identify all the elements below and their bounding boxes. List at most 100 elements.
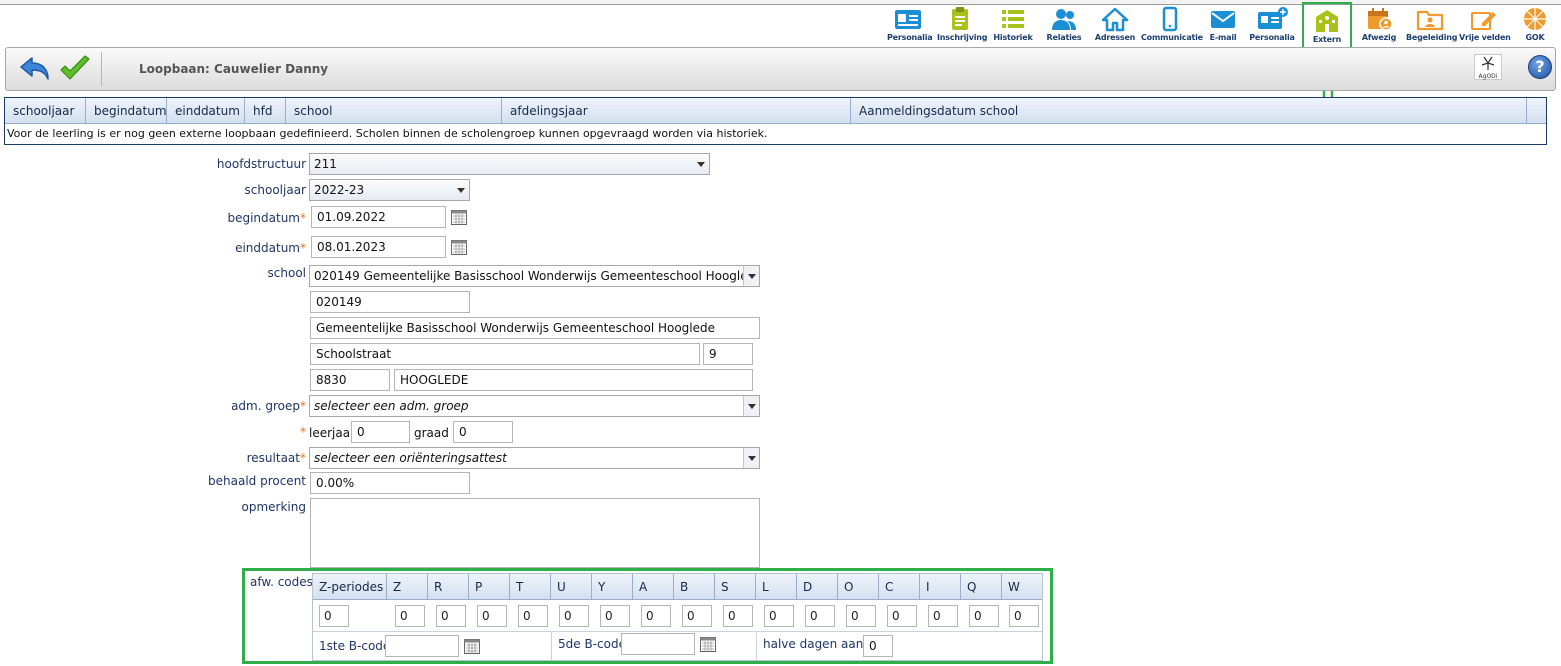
afw-col-d: D xyxy=(797,574,838,600)
graad-input[interactable]: 0 xyxy=(453,421,513,443)
afw-input-d[interactable]: 0 xyxy=(805,605,835,627)
afw-input-c[interactable]: 0 xyxy=(887,605,917,627)
nav-personalia[interactable]: Personalia xyxy=(887,6,933,46)
nav-communicatie[interactable]: Communicatie xyxy=(1141,6,1203,46)
calendar-icon[interactable] xyxy=(700,637,716,652)
afw-input-u[interactable]: 0 xyxy=(559,605,589,627)
school-number-field[interactable]: 020149 xyxy=(310,291,470,313)
afw-input-z[interactable]: 0 xyxy=(395,605,425,627)
nav-adressen[interactable]: Adressen xyxy=(1094,6,1136,46)
nav-begeleiding[interactable]: Begeleiding xyxy=(1406,6,1457,46)
calendar-icon[interactable] xyxy=(451,240,467,255)
einddatum-input[interactable]: 08.01.2023 xyxy=(311,236,446,258)
afw-input-b[interactable]: 0 xyxy=(682,605,712,627)
school-postal-code-field[interactable]: 8830 xyxy=(310,369,390,391)
afw-col-r: R xyxy=(428,574,469,600)
agodi-label: AgODi xyxy=(1478,73,1498,80)
afw-input-q[interactable]: 0 xyxy=(969,605,999,627)
school-street-field[interactable]: Schoolstraat xyxy=(310,343,700,365)
nav-gok[interactable]: GOK xyxy=(1516,6,1554,46)
afw-input-p[interactable]: 0 xyxy=(477,605,507,627)
schooljaar-value: 2022-23 xyxy=(314,183,365,197)
nav-vrije-velden[interactable]: Vrije velden xyxy=(1459,6,1511,46)
question-icon: ? xyxy=(1535,57,1545,76)
chevron-down-icon xyxy=(743,396,759,416)
afw-input-s[interactable]: 0 xyxy=(723,605,753,627)
halve-dagen-input[interactable]: 0 xyxy=(863,635,893,657)
leerjaar-input[interactable]: 0 xyxy=(351,421,410,443)
afw-input-y[interactable]: 0 xyxy=(600,605,630,627)
page: Personalia Inschrijving Historiek Relati… xyxy=(0,0,1561,666)
begindatum-input[interactable]: 01.09.2022 xyxy=(311,206,446,228)
grid-col-hfd[interactable]: hfd xyxy=(245,98,286,124)
hoofdstructuur-select[interactable]: 211 xyxy=(309,153,710,175)
school-name-field[interactable]: Gemeentelijke Basisschool Wonderwijs Gem… xyxy=(310,317,760,339)
afw-input-i[interactable]: 0 xyxy=(928,605,958,627)
opmerking-textarea[interactable] xyxy=(310,498,760,568)
grid-col-schooljaar[interactable]: schooljaar xyxy=(5,98,86,124)
nav-email[interactable]: E-mail xyxy=(1203,6,1243,46)
school-city-field[interactable]: HOOGLEDE xyxy=(394,369,753,391)
nav-personalia-extra[interactable]: Personalia xyxy=(1248,6,1296,46)
grid-col-afdelingsjaar[interactable]: afdelingsjaar xyxy=(502,98,851,124)
nav-historiek[interactable]: Historiek xyxy=(992,6,1034,46)
undo-icon[interactable] xyxy=(18,54,52,84)
opmerking-label: opmerking xyxy=(241,500,306,514)
calendar-icon[interactable] xyxy=(464,639,480,654)
required-asterisk: * xyxy=(300,211,306,225)
leerjaar-label: leerjaar xyxy=(309,426,356,440)
nav-extern[interactable]: Extern xyxy=(1302,2,1352,50)
afw-input-w[interactable]: 0 xyxy=(1009,605,1039,627)
afw-codes-table: Z-periodes Z R P T U Y A B S L D O C I Q… xyxy=(312,573,1043,661)
nav-label: Afwezig xyxy=(1361,33,1397,42)
career-grid: schooljaar begindatum einddatum hfd scho… xyxy=(4,97,1547,145)
chevron-down-icon xyxy=(743,448,759,468)
grid-header: schooljaar begindatum einddatum hfd scho… xyxy=(5,98,1546,124)
help-button[interactable]: ? xyxy=(1528,55,1552,79)
calendar-icon[interactable] xyxy=(451,210,467,225)
nav-label: Adressen xyxy=(1094,33,1136,42)
nav-label: GOK xyxy=(1525,33,1545,42)
checkmark-icon[interactable] xyxy=(58,54,92,84)
afw-input-a[interactable]: 0 xyxy=(641,605,671,627)
afw-input-l[interactable]: 0 xyxy=(764,605,794,627)
required-asterisk: * xyxy=(300,399,306,413)
resultaat-select[interactable]: selecteer een oriënteringsattest xyxy=(309,447,760,469)
afw-col-i: I xyxy=(920,574,961,600)
afw-col-s: S xyxy=(715,574,756,600)
afw-col-z-periodes: Z-periodes xyxy=(313,574,387,600)
school-value: 020149 Gemeentelijke Basisschool Wonderw… xyxy=(314,269,760,283)
nav-label: Communicatie xyxy=(1141,33,1203,42)
agodi-logo[interactable]: AgODi xyxy=(1474,54,1502,80)
grid-col-aanmeldingsdatum[interactable]: Aanmeldingsdatum school xyxy=(851,98,1527,124)
afw-codes-label: afw. codes xyxy=(250,575,313,589)
school-select[interactable]: 020149 Gemeentelijke Basisschool Wonderw… xyxy=(309,265,760,287)
nav-inschrijving[interactable]: Inschrijving xyxy=(937,6,987,46)
grid-col-begindatum[interactable]: begindatum xyxy=(86,98,167,124)
nav-afwezig[interactable]: Afwezig xyxy=(1357,6,1401,46)
list-icon xyxy=(1002,10,1024,28)
first-b-code-input[interactable] xyxy=(385,635,459,657)
afw-input-r[interactable]: 0 xyxy=(436,605,466,627)
afw-input-z-periodes[interactable]: 0 xyxy=(319,605,349,627)
schooljaar-select[interactable]: 2022-23 xyxy=(309,179,470,201)
col-divider xyxy=(551,631,552,660)
school-house-number-field[interactable]: 9 xyxy=(703,343,753,365)
nav-relaties[interactable]: Relaties xyxy=(1043,6,1085,46)
afw-col-z: Z xyxy=(387,574,428,600)
begindatum-label: begindatum* xyxy=(180,211,306,225)
adm-groep-placeholder: selecteer een adm. groep xyxy=(314,399,469,413)
grid-empty-message: Voor de leerling is er nog geen externe … xyxy=(7,127,768,140)
adm-groep-select[interactable]: selecteer een adm. groep xyxy=(309,395,760,417)
afw-input-o[interactable]: 0 xyxy=(846,605,876,627)
chevron-down-icon xyxy=(693,154,709,174)
fifth-b-code-input[interactable] xyxy=(621,633,695,655)
afw-input-t[interactable]: 0 xyxy=(518,605,548,627)
schooljaar-label: schooljaar xyxy=(244,183,306,197)
fifth-b-code-label: 5de B-code xyxy=(558,637,626,651)
behaald-procent-input[interactable]: 0.00% xyxy=(310,472,470,494)
grid-col-school[interactable]: school xyxy=(286,98,502,124)
afw-col-b: B xyxy=(674,574,715,600)
grid-col-einddatum[interactable]: einddatum xyxy=(167,98,245,124)
calendar-person-icon xyxy=(1368,8,1393,31)
